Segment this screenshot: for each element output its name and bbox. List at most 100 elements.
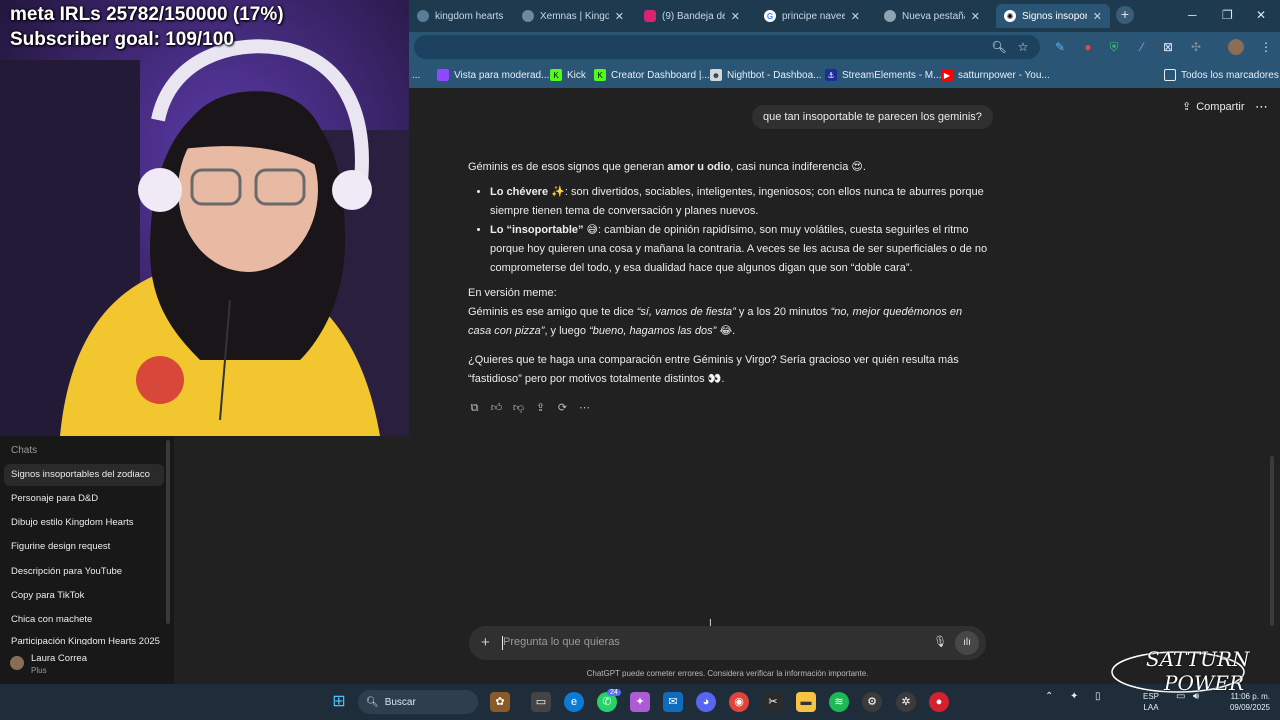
user-menu[interactable] — [0, 648, 174, 684]
taskbar-search[interactable]: 🔍︎ Buscar — [358, 690, 478, 714]
composer-placeholder[interactable]: Pregunta lo que quieras — [503, 636, 620, 648]
sidebar-item-personaje[interactable]: Personaje para D&D — [0, 488, 168, 510]
close-icon[interactable]: ✕ — [615, 10, 624, 23]
shield-icon[interactable]: ⛨ — [1106, 39, 1122, 55]
edge-icon[interactable]: e — [564, 692, 584, 712]
spotify-icon[interactable]: ≋ — [829, 692, 849, 712]
extension-icon[interactable]: ✎ — [1052, 39, 1068, 55]
share-button[interactable]: ⇪ Compartir — [1182, 100, 1245, 114]
sidebar-item-dibujo[interactable]: Dibujo estilo Kingdom Hearts — [0, 512, 168, 534]
excel-icon[interactable]: ⊠ — [1160, 39, 1176, 55]
sidebar-item-signos[interactable]: Signos insoportables del zodiaco — [4, 464, 164, 486]
chrome-icon[interactable]: ◉ — [729, 692, 749, 712]
opera-icon[interactable]: ● — [1080, 39, 1096, 55]
restore-icon[interactable]: ❐ — [1222, 8, 1233, 22]
close-icon[interactable]: ✕ — [971, 10, 980, 23]
thumbs-down-icon[interactable]: 👎︎ — [512, 401, 525, 415]
close-icon[interactable]: ✕ — [731, 10, 740, 23]
regenerate-icon[interactable]: ⟳ — [556, 401, 569, 415]
bookmark-twitch[interactable]: Vista para moderad... — [437, 66, 549, 84]
tab-label: Nueva pestaña — [902, 10, 965, 22]
search-icon: 🔍︎ — [366, 696, 379, 708]
tab-new-tab[interactable]: Nueva pestaña ✕ — [876, 4, 988, 28]
plus-icon[interactable]: + — [481, 634, 490, 651]
usb-icon[interactable]: ▯ — [1095, 691, 1101, 702]
sidebar-item-descripcion[interactable]: Descripción para YouTube — [0, 561, 168, 583]
bookmark-star-icon[interactable]: ☆ — [1015, 39, 1031, 55]
all-bookmarks[interactable]: Todos los marcadores — [1164, 66, 1279, 84]
tray-app-icon[interactable]: ✦ — [1070, 691, 1078, 702]
answer-closing: ¿Quieres que te haga una comparación ent… — [468, 354, 959, 385]
capcut-icon[interactable]: ✂ — [763, 692, 783, 712]
answer-bullets: Lo chévere ✨: son divertidos, sociables,… — [490, 183, 988, 278]
user-message: que tan insoportable te parecen los gemi… — [752, 105, 993, 129]
sidebar-scrollbar[interactable] — [166, 440, 170, 624]
more-options-icon[interactable]: ⋯ — [1255, 99, 1268, 115]
puzzle-icon[interactable]: ✣ — [1188, 39, 1204, 55]
composer[interactable]: + Pregunta lo que quieras 🎙︎ ılı — [469, 626, 986, 660]
whatsapp-badge: 24 — [607, 689, 621, 696]
sidebar-item-participacion[interactable]: Participación Kingdom Hearts 2025 — [0, 633, 168, 645]
sidebar-item-figurine[interactable]: Figurine design request — [0, 536, 168, 558]
profile-avatar[interactable] — [1228, 39, 1244, 55]
subscriber-goal-text: Subscriber goal: 109/100 — [10, 29, 234, 50]
chevron-up-icon[interactable]: ⌃ — [1045, 691, 1053, 702]
bookmark-nightbot[interactable]: ☻ Nightbot - Dashboa... — [710, 66, 822, 84]
more-icon[interactable]: ⋯ — [578, 401, 591, 415]
webcam-overlay — [0, 0, 409, 436]
copy-icon[interactable]: ⧉ — [468, 401, 481, 415]
game-icon[interactable]: ✿ — [490, 692, 510, 712]
steam-icon[interactable]: ⚙ — [862, 692, 882, 712]
satturn-power-logo: SATTURN POWER — [1108, 640, 1278, 702]
kick-icon: K — [550, 69, 562, 81]
pin-icon — [522, 10, 534, 22]
discord-icon[interactable]: ◕ — [696, 692, 716, 712]
tab-instagram[interactable]: (9) Bandeja de e ✕ — [636, 4, 748, 28]
avatar[interactable] — [10, 656, 24, 670]
chat-scrollbar[interactable] — [1270, 456, 1274, 626]
close-icon[interactable]: ✕ — [851, 10, 860, 23]
tab-google[interactable]: G principe navee ✕ — [756, 4, 868, 28]
copilot-icon[interactable]: ✦ — [630, 692, 650, 712]
chatgpt-icon: ✺ — [1004, 10, 1016, 22]
user-plan: Plus — [31, 666, 47, 675]
thumbs-up-icon[interactable]: 👍︎ — [490, 401, 503, 415]
twitch-icon — [437, 69, 449, 81]
tab-label: Signos insoporta — [1022, 10, 1087, 22]
microphone-icon[interactable]: 🎙︎ — [933, 635, 947, 648]
tab-signos-active[interactable]: ✺ Signos insoporta ✕ — [996, 4, 1110, 28]
tab-kingdom-hearts[interactable]: kingdom hearts — [409, 4, 517, 28]
bookmark-kick-dashboard[interactable]: K Creator Dashboard |... — [594, 66, 710, 84]
task-view-icon[interactable]: ▭ — [531, 692, 551, 712]
sidebar-item-copy[interactable]: Copy para TikTok — [0, 585, 168, 607]
settings-icon[interactable]: ✲ — [896, 692, 916, 712]
address-bar[interactable] — [414, 35, 1040, 59]
tab-xemnas[interactable]: Xemnas | Kingdo ✕ — [514, 4, 632, 28]
chrome-icon — [884, 10, 896, 22]
google-icon: G — [764, 10, 776, 22]
bookmark-youtube[interactable]: ▶ satturnpower - You... — [941, 66, 1050, 84]
menu-dots-icon[interactable]: ⋮ — [1258, 39, 1274, 55]
instagram-icon — [644, 10, 656, 22]
close-window-icon[interactable]: ✕ — [1256, 8, 1266, 22]
search-icon[interactable]: 🔍︎ — [991, 39, 1007, 55]
webcam-image — [0, 0, 409, 436]
windows-start-icon[interactable]: ⊞ — [329, 692, 349, 712]
bookmark-overflow[interactable]: ... — [412, 66, 420, 84]
outlook-icon[interactable]: ✉ — [663, 692, 683, 712]
close-icon[interactable]: ✕ — [1093, 10, 1102, 23]
tab-label: kingdom hearts — [435, 10, 504, 22]
share-icon[interactable]: ⇪ — [534, 401, 547, 415]
share-icon: ⇪ — [1182, 101, 1192, 113]
bookmark-kick[interactable]: K Kick — [550, 66, 586, 84]
minimize-icon[interactable]: ─ — [1188, 8, 1197, 22]
pen-icon[interactable]: ⁄ — [1134, 39, 1150, 55]
sidebar-item-chica[interactable]: Chica con machete — [0, 609, 168, 631]
recorder-icon[interactable]: ● — [929, 692, 949, 712]
new-tab-button[interactable]: + — [1116, 6, 1134, 24]
voice-mode-icon[interactable]: ılı — [955, 631, 979, 655]
user-name: Laura Correa — [31, 653, 87, 664]
bookmark-streamelements[interactable]: ⚓︎ StreamElements - M... — [825, 66, 941, 84]
meme-heading: En versión meme: — [468, 287, 557, 299]
file-explorer-icon[interactable]: ▬ — [796, 692, 816, 712]
